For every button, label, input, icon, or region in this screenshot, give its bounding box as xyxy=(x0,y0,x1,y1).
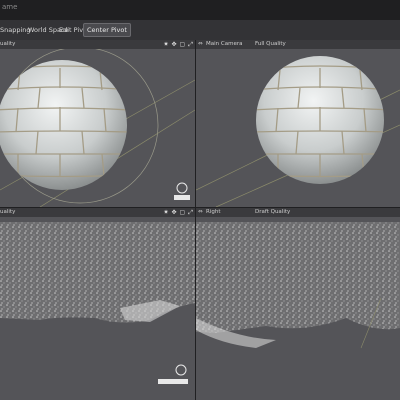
viewport-bottom-left[interactable]: uality ✷ ✥ ▢ ⤢ xyxy=(0,208,195,400)
quality-dropdown[interactable]: Full Quality xyxy=(255,41,286,47)
viewport-header: uality ✷ ✥ ▢ ⤢ xyxy=(0,208,195,217)
sphere-render xyxy=(196,56,400,207)
viewport-header: ⇔ Main Camera Full Quality xyxy=(196,40,400,49)
maximize-icon[interactable]: ⤢ xyxy=(188,41,193,49)
quality-dropdown[interactable]: uality xyxy=(0,41,15,47)
axis-gizmo-icon xyxy=(176,182,188,194)
viewport-grid: uality ✷ ✥ ▢ ⤢ ⇔ Main Camera Full Qualit… xyxy=(0,40,400,400)
frame-icon[interactable]: ▢ xyxy=(180,209,186,216)
title-bar: ame xyxy=(0,0,400,20)
quality-dropdown[interactable]: uality xyxy=(0,209,15,215)
window-title: ame xyxy=(2,3,18,11)
viewport-top-left[interactable]: uality ✷ ✥ ▢ ⤢ xyxy=(0,40,195,207)
main-toolbar: Snapping World Space Edit Pivot Center P… xyxy=(0,20,400,41)
frame-icon[interactable]: ▢ xyxy=(180,41,186,48)
gear-icon[interactable]: ✷ xyxy=(163,209,168,216)
gear-icon[interactable]: ✷ xyxy=(163,41,168,48)
move-icon[interactable]: ✥ xyxy=(171,209,176,216)
displacement-render xyxy=(196,222,400,349)
maximize-icon[interactable]: ⤢ xyxy=(188,209,193,217)
viewport-top-right[interactable]: ⇔ Main Camera Full Quality xyxy=(196,40,400,207)
camera-dropdown[interactable]: Main Camera xyxy=(206,41,242,47)
quality-dropdown[interactable]: Draft Quality xyxy=(255,209,290,215)
viewport-bottom-right[interactable]: ⇔ Right Draft Quality xyxy=(196,208,400,400)
viewport-menu-icon[interactable]: ⇔ xyxy=(198,209,203,215)
move-icon[interactable]: ✥ xyxy=(171,41,176,48)
viewport-header: uality ✷ ✥ ▢ ⤢ xyxy=(0,40,195,49)
snapping-toggle[interactable]: Snapping xyxy=(0,26,31,34)
viewport-menu-icon[interactable]: ⇔ xyxy=(198,41,203,47)
view-dropdown[interactable]: Right xyxy=(206,209,220,215)
displacement-render xyxy=(0,222,195,384)
sphere-render xyxy=(0,46,195,207)
viewport-header: ⇔ Right Draft Quality xyxy=(196,208,400,217)
axis-gizmo-icon xyxy=(175,364,187,376)
center-pivot-button[interactable]: Center Pivot xyxy=(83,23,131,37)
